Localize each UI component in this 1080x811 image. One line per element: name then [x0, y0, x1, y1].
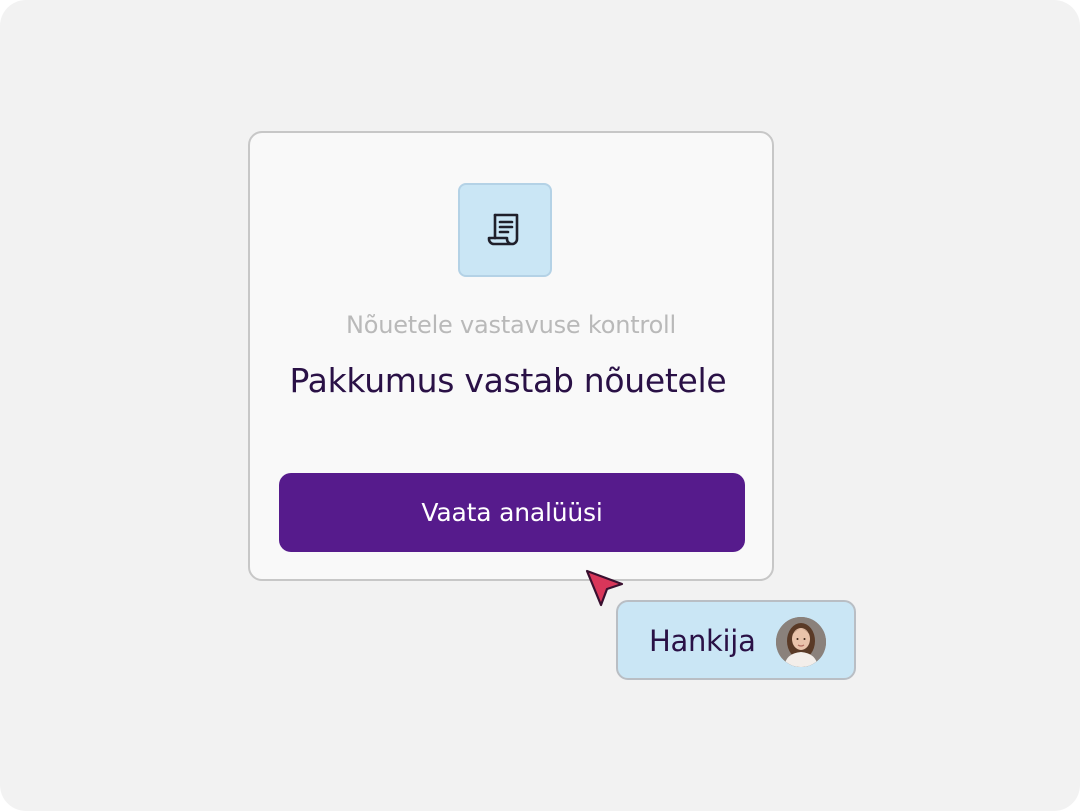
- user-chip[interactable]: Hankija: [616, 600, 856, 680]
- document-scroll-icon: [487, 213, 519, 246]
- card-title: Pakkumus vastab nõuetele: [289, 361, 727, 400]
- avatar: [776, 617, 826, 667]
- compliance-check-card: Nõuetele vastavuse kontroll Pakkumus vas…: [248, 131, 774, 581]
- view-analysis-button[interactable]: Vaata analüüsi: [279, 473, 745, 552]
- canvas-background: Nõuetele vastavuse kontroll Pakkumus vas…: [0, 0, 1080, 811]
- card-subtitle: Nõuetele vastavuse kontroll: [345, 311, 676, 339]
- user-name: Hankija: [649, 624, 756, 658]
- document-icon-box: [458, 183, 552, 277]
